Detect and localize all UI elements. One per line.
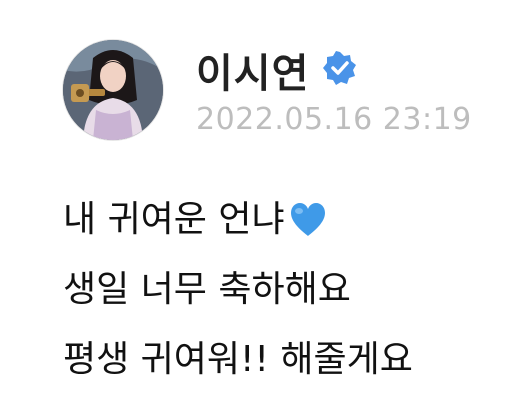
message-text: 생일 너무 축하해요 (63, 269, 351, 310)
profile-photo (63, 40, 163, 140)
post-timestamp: 2022.05.16 23:19 (196, 102, 472, 137)
message-text: 내 귀여운 언냐 (63, 199, 285, 240)
blue-heart-icon (290, 203, 325, 236)
message-line: 생일 너무 축하해요 (63, 255, 503, 325)
author-name[interactable]: 이시연 (196, 40, 309, 100)
verified-check-icon (323, 51, 356, 85)
message-text: 평생 귀여워!! 해줄게요 (63, 339, 413, 380)
post-message: 내 귀여운 언냐 생일 너무 축하해요 평생 귀여워!! 해줄게요 (63, 185, 503, 395)
message-line: 내 귀여운 언냐 (63, 185, 503, 255)
message-line: 평생 귀여워!! 해줄게요 (63, 325, 503, 395)
avatar[interactable] (63, 40, 163, 140)
